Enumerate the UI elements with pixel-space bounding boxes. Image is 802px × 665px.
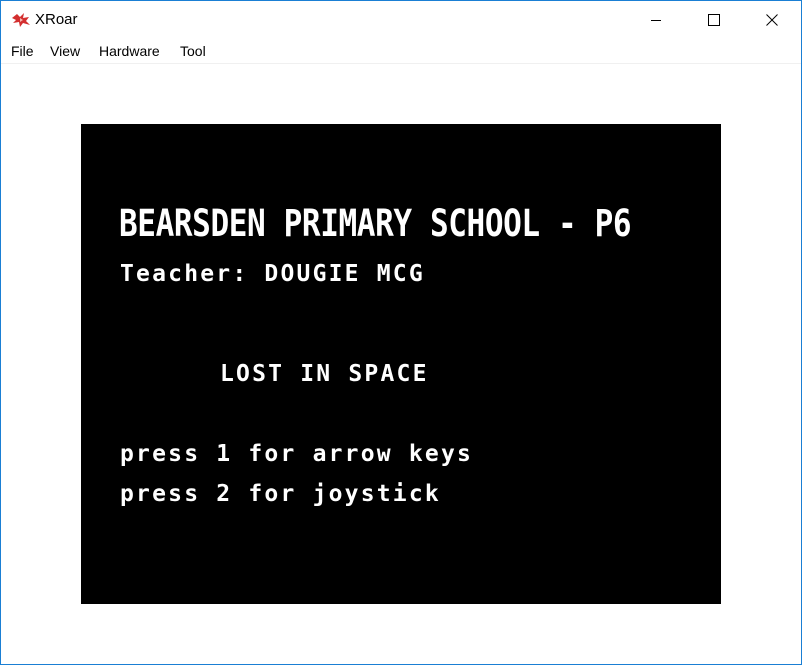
app-window: XRoar File View Hardware Tool BEARSDEN P…: [0, 0, 802, 665]
emulator-screen[interactable]: BEARSDEN PRIMARY SCHOOL - P6 Teacher: DO…: [81, 124, 721, 604]
screen-teacher-line: Teacher: DOUGIE MCG: [120, 261, 425, 287]
screen-title-line: BEARSDEN PRIMARY SCHOOL - P6: [119, 202, 632, 245]
menu-bar: File View Hardware Tool: [1, 39, 801, 64]
screen-option-arrow-keys: press 1 for arrow keys: [120, 441, 474, 467]
xroar-dragon-icon[interactable]: [11, 12, 31, 28]
menu-tool[interactable]: Tool: [180, 43, 206, 60]
minimize-icon: [651, 20, 661, 21]
minimize-button[interactable]: [627, 1, 685, 39]
maximize-icon: [708, 14, 720, 26]
menu-file[interactable]: File: [11, 43, 34, 60]
menu-view[interactable]: View: [50, 43, 80, 60]
menu-hardware[interactable]: Hardware: [99, 43, 160, 60]
maximize-button[interactable]: [685, 1, 743, 39]
close-icon: [766, 14, 778, 26]
window-title: XRoar: [35, 11, 78, 28]
screen-game-title: LOST IN SPACE: [220, 361, 429, 387]
title-bar[interactable]: XRoar: [1, 1, 801, 39]
screen-option-joystick: press 2 for joystick: [120, 481, 441, 507]
close-button[interactable]: [743, 1, 801, 39]
